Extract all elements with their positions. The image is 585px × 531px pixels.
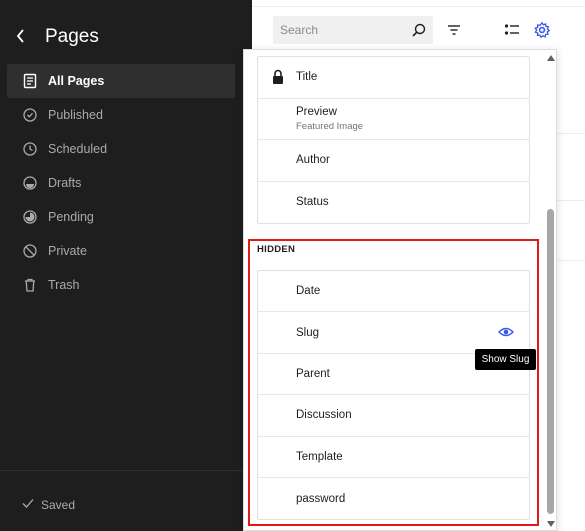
search-input[interactable]: [273, 16, 403, 44]
eye-icon[interactable]: [498, 326, 514, 338]
sidebar-item-trash[interactable]: Trash: [7, 268, 235, 302]
field-item-title: Title: [258, 57, 529, 99]
hidden-fields-list: Date Slug Parent Discussion Template pas…: [257, 270, 530, 521]
drafts-icon: [21, 174, 39, 192]
gear-icon[interactable]: [533, 21, 551, 39]
published-icon: [21, 106, 39, 124]
checkmark-icon: [21, 496, 35, 513]
sidebar-item-all-pages[interactable]: All Pages: [7, 64, 235, 98]
field-label: Slug: [296, 326, 320, 339]
trash-icon: [21, 276, 39, 294]
scrollbar-thumb[interactable]: [547, 209, 554, 514]
scroll-up-arrow-icon[interactable]: [546, 53, 556, 63]
hidden-section-heading: HIDDEN: [257, 244, 296, 255]
field-label: Preview: [296, 105, 337, 118]
sidebar: Pages All Pages Published Scheduled Draf…: [0, 0, 252, 531]
sidebar-item-label: Trash: [48, 278, 80, 292]
fields-popover: Title Preview Featured Image Author Stat…: [243, 49, 557, 531]
sidebar-footer: Saved: [0, 470, 252, 531]
sidebar-item-label: Pending: [48, 210, 94, 224]
save-status-label: Saved: [41, 497, 76, 512]
scheduled-icon: [21, 140, 39, 158]
sidebar-item-drafts[interactable]: Drafts: [7, 166, 235, 200]
pages-icon: [21, 72, 39, 90]
field-label: Date: [296, 285, 321, 298]
field-item-preview[interactable]: Preview Featured Image: [258, 99, 529, 140]
field-label: Template: [296, 450, 343, 463]
sidebar-header: Pages: [0, 18, 252, 58]
sidebar-item-label: Drafts: [48, 176, 82, 190]
field-item-status[interactable]: Status: [258, 182, 529, 224]
chevron-left-icon: [16, 29, 24, 43]
page-title: Pages: [45, 26, 99, 47]
search-icon: [412, 23, 426, 37]
field-item-author[interactable]: Author: [258, 140, 529, 182]
visible-fields-list: Title Preview Featured Image Author Stat…: [257, 56, 530, 224]
sidebar-item-scheduled[interactable]: Scheduled: [7, 132, 235, 166]
lock-icon: [273, 69, 283, 84]
save-status: Saved: [21, 496, 75, 513]
field-item-slug[interactable]: Slug: [258, 312, 529, 354]
scroll-down-arrow-icon[interactable]: [546, 519, 556, 529]
field-label: Status: [296, 196, 329, 209]
search-box[interactable]: [273, 16, 433, 44]
sidebar-item-label: Scheduled: [48, 142, 108, 156]
field-item-date[interactable]: Date: [258, 271, 529, 313]
sidebar-item-published[interactable]: Published: [7, 98, 235, 132]
pending-icon: [21, 208, 39, 226]
field-label: password: [296, 492, 346, 505]
field-item-password[interactable]: password: [258, 478, 529, 519]
list-view-icon[interactable]: [503, 21, 521, 39]
tooltip: Show Slug: [475, 349, 536, 370]
sidebar-item-private[interactable]: Private: [7, 234, 235, 268]
divider: [252, 6, 585, 7]
field-label: Author: [296, 154, 330, 167]
sidebar-item-pending[interactable]: Pending: [7, 200, 235, 234]
sidebar-item-label: All Pages: [48, 74, 105, 88]
field-sublabel: Featured Image: [296, 120, 364, 132]
private-icon: [21, 242, 39, 260]
field-label: Title: [296, 71, 318, 84]
field-label: Discussion: [296, 409, 352, 422]
field-item-template[interactable]: Template: [258, 437, 529, 478]
sidebar-nav: All Pages Published Scheduled Drafts Pen…: [7, 64, 235, 302]
sidebar-item-label: Published: [48, 108, 103, 122]
sidebar-item-label: Private: [48, 244, 87, 258]
filter-icon[interactable]: [445, 21, 463, 39]
field-item-discussion[interactable]: Discussion: [258, 395, 529, 437]
back-button[interactable]: [12, 24, 30, 48]
